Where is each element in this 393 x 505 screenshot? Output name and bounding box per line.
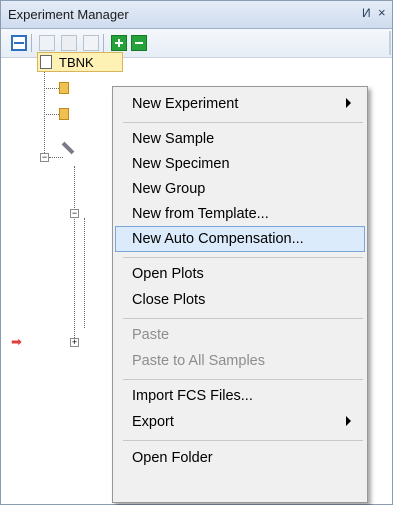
folder-icon	[59, 108, 69, 120]
toolbar-separator	[103, 34, 104, 52]
menu-item-paste-to-all-samples[interactable]: Paste to All Samples	[115, 348, 365, 374]
menu-separator	[123, 440, 363, 441]
menu-item-new-group[interactable]: New Group	[115, 176, 365, 202]
paste-icon[interactable]	[61, 35, 77, 51]
tree-line	[74, 166, 75, 342]
copy-icon[interactable]	[39, 35, 55, 51]
tree-line	[49, 157, 63, 158]
menu-item-new-auto-compensation[interactable]: New Auto Compensation...	[115, 226, 365, 252]
toolbar-separator	[31, 34, 32, 52]
menu-item-new-experiment[interactable]: New Experiment	[115, 91, 365, 117]
menu-item-open-plots[interactable]: Open Plots	[115, 261, 365, 287]
tube-icon	[61, 141, 75, 155]
menu-item-new-specimen[interactable]: New Specimen	[115, 151, 365, 177]
tree-node-label: TBNK	[59, 55, 94, 70]
folder-icon	[59, 82, 69, 94]
menu-separator	[123, 257, 363, 258]
current-tube-arrow-icon: ➡	[11, 334, 22, 349]
tree-line	[44, 88, 59, 89]
expand-icon[interactable]: +	[70, 338, 79, 347]
menu-item-open-folder[interactable]: Open Folder	[115, 445, 365, 471]
panel-title: Experiment Manager	[8, 7, 129, 22]
menu-item-close-plots[interactable]: Close Plots	[115, 287, 365, 313]
menu-item-import-fcs-files[interactable]: Import FCS Files...	[115, 383, 365, 409]
close-icon[interactable]: ×	[378, 5, 386, 20]
experiment-document-icon	[40, 55, 52, 69]
menu-separator	[123, 318, 363, 319]
menu-item-paste[interactable]: Paste	[115, 322, 365, 348]
menu-item-new-from-template[interactable]: New from Template...	[115, 201, 365, 227]
add-icon[interactable]	[111, 35, 127, 51]
document-icon[interactable]	[83, 35, 99, 51]
tree-line	[44, 114, 59, 115]
toolbar-overflow[interactable]	[389, 31, 391, 55]
collapse-icon[interactable]: −	[70, 209, 79, 218]
menu-item-export[interactable]: Export	[115, 409, 365, 435]
experiment-manager-panel: Experiment Manager И × TBNK − − + ➡ New …	[0, 0, 393, 505]
tree-line	[84, 218, 85, 328]
submenu-arrow-icon	[346, 416, 351, 426]
menu-separator	[123, 122, 363, 123]
remove-icon[interactable]	[131, 35, 147, 51]
context-menu: New Experiment New Sample New Specimen N…	[112, 86, 368, 503]
collapse-all-icon[interactable]	[11, 35, 27, 51]
collapse-icon[interactable]: −	[40, 153, 49, 162]
submenu-arrow-icon	[346, 98, 351, 108]
menu-item-new-sample[interactable]: New Sample	[115, 126, 365, 152]
tree-node-root[interactable]: TBNK	[37, 52, 123, 72]
pin-icon[interactable]: И	[362, 6, 371, 20]
title-bar[interactable]: Experiment Manager И ×	[1, 1, 392, 29]
menu-separator	[123, 379, 363, 380]
